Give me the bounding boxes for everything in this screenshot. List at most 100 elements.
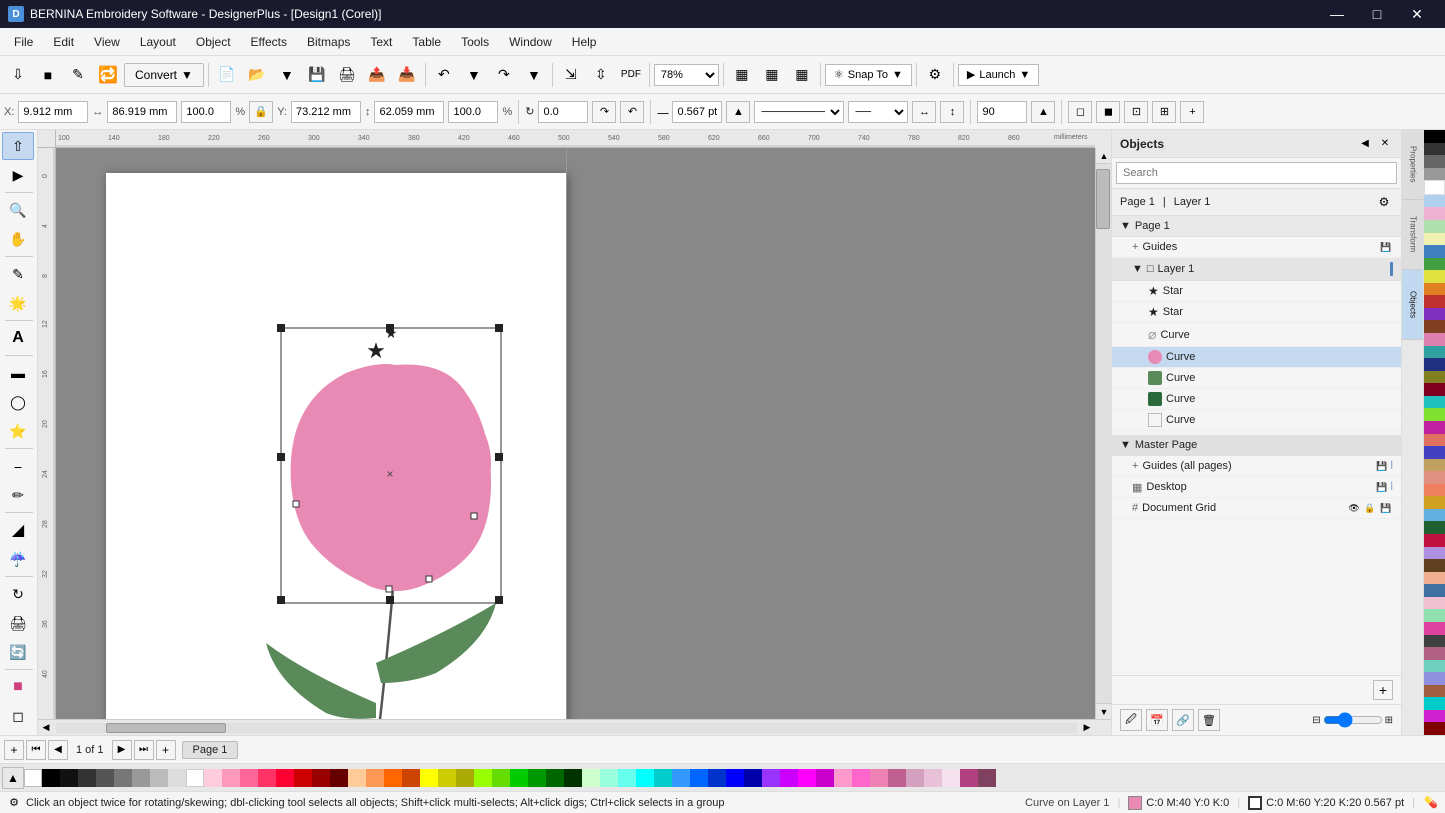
gray-swatch[interactable] xyxy=(1424,155,1445,168)
curve3-item[interactable]: Curve xyxy=(1112,368,1401,389)
sienna-swatch[interactable] xyxy=(1424,685,1445,698)
eraser-tool[interactable]: ◻ xyxy=(2,702,34,730)
stroke-style-select[interactable]: ───────── xyxy=(754,101,844,123)
swatch-darkgray[interactable] xyxy=(78,769,96,787)
vscroll-up-button[interactable]: ▲ xyxy=(1096,148,1111,164)
guides-item[interactable]: + Guides 💾 xyxy=(1112,237,1401,258)
print-button[interactable]: 🖨 xyxy=(333,61,361,89)
last-page-button[interactable]: ⏭ xyxy=(134,740,154,760)
close-button[interactable]: ✕ xyxy=(1397,0,1437,28)
rect-tool[interactable]: ▬ xyxy=(2,359,34,387)
undo-button[interactable]: ↶ xyxy=(430,61,458,89)
swatch-orange4[interactable] xyxy=(402,769,420,787)
swatch-purple2[interactable] xyxy=(780,769,798,787)
swatch-lpink1[interactable] xyxy=(834,769,852,787)
swatch-white[interactable] xyxy=(186,769,204,787)
settings-button[interactable]: ⚙ xyxy=(921,61,949,89)
swatch-purple1[interactable] xyxy=(762,769,780,787)
tan-swatch[interactable] xyxy=(1424,459,1445,472)
redo-dropdown-button[interactable]: ▼ xyxy=(520,61,548,89)
lime-swatch[interactable] xyxy=(1424,408,1445,421)
swatch-black[interactable] xyxy=(42,769,60,787)
pdf-button[interactable]: PDF xyxy=(617,61,645,89)
open-button[interactable]: 📂 xyxy=(243,61,271,89)
darkred-swatch[interactable] xyxy=(1424,722,1445,735)
pan-tool[interactable]: ✋ xyxy=(2,225,34,253)
add-page-after-button[interactable]: + xyxy=(156,740,176,760)
swatch-lavender2[interactable] xyxy=(924,769,942,787)
swatch-red2[interactable] xyxy=(276,769,294,787)
hotpink-swatch[interactable] xyxy=(1424,622,1445,635)
swatch-blue4[interactable] xyxy=(726,769,744,787)
grid-button[interactable]: ▦ xyxy=(758,61,786,89)
undo-dropdown-button[interactable]: ▼ xyxy=(460,61,488,89)
yellow-swatch[interactable] xyxy=(1424,270,1445,283)
select-tool[interactable]: ⇧ xyxy=(2,132,34,160)
angle-input[interactable] xyxy=(538,101,588,123)
prev-page-button[interactable]: ◀ xyxy=(48,740,68,760)
guides-save-button[interactable]: 💾 xyxy=(1379,240,1393,254)
swatch-darkmauve[interactable] xyxy=(978,769,996,787)
swatch-aqua2[interactable] xyxy=(618,769,636,787)
maximize-button[interactable]: □ xyxy=(1357,0,1397,28)
menu-table[interactable]: Table xyxy=(402,31,451,53)
navy-swatch[interactable] xyxy=(1424,358,1445,371)
menu-view[interactable]: View xyxy=(84,31,130,53)
swatch-red1[interactable] xyxy=(258,769,276,787)
menu-edit[interactable]: Edit xyxy=(43,31,84,53)
swatch-green2[interactable] xyxy=(528,769,546,787)
import-button[interactable]: 📥 xyxy=(393,61,421,89)
green-swatch[interactable] xyxy=(1424,258,1445,271)
gear-settings-button[interactable]: ⚙ xyxy=(1375,193,1393,211)
palegreen-swatch[interactable] xyxy=(1424,220,1445,233)
swatch-magenta1[interactable] xyxy=(798,769,816,787)
guides-all-item[interactable]: + Guides (all pages) 💾 | xyxy=(1112,456,1401,477)
swatch-red5[interactable] xyxy=(330,769,348,787)
panel-expand-button[interactable]: ◀ xyxy=(1357,136,1373,152)
zoom-tool[interactable]: 🔍 xyxy=(2,196,34,224)
swatch-navy[interactable] xyxy=(744,769,762,787)
swatch-yellow2[interactable] xyxy=(438,769,456,787)
launch-button[interactable]: ▶ Launch ▼ xyxy=(958,64,1039,86)
swatch-magenta2[interactable] xyxy=(816,769,834,787)
lightblue-swatch[interactable] xyxy=(1424,195,1445,208)
convert-outline-button[interactable]: ◻ xyxy=(1068,101,1092,123)
cyan-swatch[interactable] xyxy=(1424,396,1445,409)
swatch-mauve[interactable] xyxy=(888,769,906,787)
swatch-rose1[interactable] xyxy=(942,769,960,787)
swatch-orange3[interactable] xyxy=(384,769,402,787)
x-input[interactable] xyxy=(18,101,88,123)
snap-to-button[interactable]: ⚛ Snap To ▼ xyxy=(825,64,912,86)
panel-close-button[interactable]: ✕ xyxy=(1377,136,1393,152)
bezier-tool[interactable]: 🌟 xyxy=(2,289,34,317)
properties-tab[interactable]: Properties xyxy=(1402,130,1423,200)
aqua-swatch[interactable] xyxy=(1424,697,1445,710)
orange-swatch[interactable] xyxy=(1424,283,1445,296)
white-swatch[interactable] xyxy=(1424,180,1445,195)
rosewood-swatch[interactable] xyxy=(1424,647,1445,660)
menu-bitmaps[interactable]: Bitmaps xyxy=(297,31,360,53)
page1-section-header[interactable]: ▼ Page 1 xyxy=(1112,216,1401,237)
brown-swatch[interactable] xyxy=(1424,320,1445,333)
open-curve-button[interactable]: ⊞ xyxy=(1152,101,1176,123)
hscroll-left-button[interactable]: ◀ xyxy=(38,720,54,736)
vscroll-down-button[interactable]: ▼ xyxy=(1096,703,1111,719)
steelblue-swatch[interactable] xyxy=(1424,584,1445,597)
swatch-cyan2[interactable] xyxy=(654,769,672,787)
lightgray-swatch[interactable] xyxy=(1424,168,1445,181)
star1-item[interactable]: ★ Star xyxy=(1112,281,1401,302)
swatch-green1[interactable] xyxy=(510,769,528,787)
desktop-item[interactable]: ▦ Desktop 💾 | xyxy=(1112,477,1401,498)
swatch-red3[interactable] xyxy=(294,769,312,787)
menu-tools[interactable]: Tools xyxy=(451,31,499,53)
lightcoral-swatch[interactable] xyxy=(1424,471,1445,484)
horizontal-scrollbar[interactable]: ◀ ▶ xyxy=(38,719,1111,735)
search-input[interactable] xyxy=(1116,162,1397,184)
swatch-minty[interactable] xyxy=(582,769,600,787)
menu-help[interactable]: Help xyxy=(562,31,607,53)
angle2-up-button[interactable]: ▲ xyxy=(1031,101,1055,123)
swatch-lightgray[interactable] xyxy=(132,769,150,787)
vertical-scrollbar[interactable]: ▲ ▼ xyxy=(1095,148,1111,719)
lightpink-swatch[interactable] xyxy=(1424,207,1445,220)
swatch-yellow3[interactable] xyxy=(456,769,474,787)
